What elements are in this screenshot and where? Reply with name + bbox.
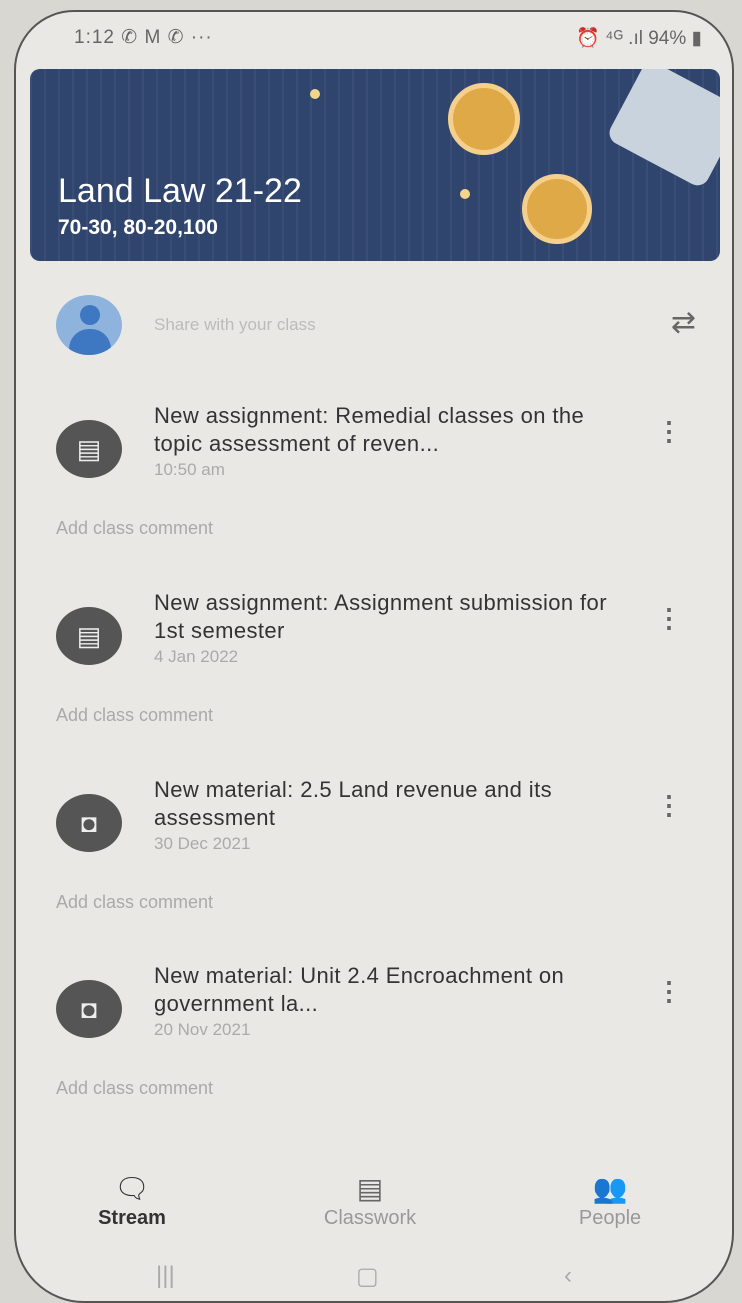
share-input[interactable]: Share with your class	[154, 315, 316, 335]
more-vert-icon[interactable]: ⋮	[656, 416, 682, 447]
phone-screen: 1:12 ✆ M ✆ ··· ⏰ ⁴ᴳ .ıl 94% ▮ Land Law 2…	[14, 10, 734, 1303]
add-class-comment[interactable]: Add class comment	[56, 892, 213, 913]
people-icon: 👥	[592, 1173, 628, 1204]
add-class-comment[interactable]: Add class comment	[56, 1078, 213, 1099]
more-vert-icon[interactable]: ⋮	[656, 603, 682, 634]
add-class-comment[interactable]: Add class comment	[56, 705, 213, 726]
coin-illustration	[448, 83, 520, 155]
nav-people[interactable]: 👥 People	[540, 1172, 680, 1230]
material-icon: ◘	[56, 794, 122, 852]
assignment-icon: ▤	[56, 420, 122, 478]
post-title: New assignment: Assignment submission fo…	[154, 590, 607, 643]
more-vert-icon[interactable]: ⋮	[656, 976, 682, 1007]
nav-classwork[interactable]: ▤ Classwork	[300, 1172, 440, 1230]
post-date: 4 Jan 2022	[154, 647, 239, 666]
stream-icon: 🗨	[114, 1173, 150, 1204]
assignment-icon: ▤	[56, 607, 122, 665]
status-right: ⏰ ⁴ᴳ .ıl 94% ▮	[576, 28, 702, 49]
status-bar: 1:12 ✆ M ✆ ··· ⏰ ⁴ᴳ .ıl 94% ▮	[16, 12, 732, 60]
post-date: 20 Nov 2021	[154, 1020, 251, 1039]
nav-stream-label: Stream	[98, 1207, 166, 1229]
bottom-nav: 🗨 Stream ▤ Classwork 👥 People	[16, 1172, 732, 1242]
post-title: New assignment: Remedial classes on the …	[154, 403, 585, 456]
classwork-icon: ▤	[356, 1173, 384, 1204]
banner-title: Land Law 21-22	[58, 172, 302, 210]
home-icon[interactable]: ▢	[356, 1262, 379, 1291]
swap-icon[interactable]: ⇄	[671, 305, 696, 340]
avatar[interactable]	[56, 295, 122, 355]
decor-dot	[460, 189, 470, 199]
add-class-comment[interactable]: Add class comment	[56, 518, 213, 539]
status-left: 1:12 ✆ M ✆ ···	[74, 27, 213, 48]
class-banner[interactable]: Land Law 21-22 70-30, 80-20,100	[30, 69, 720, 261]
banner-illustration	[605, 69, 720, 190]
back-icon[interactable]: ‹	[564, 1262, 572, 1290]
banner-subtitle: 70-30, 80-20,100	[58, 216, 218, 239]
decor-dot	[310, 89, 320, 99]
share-row[interactable]: Share with your class ⇄	[56, 295, 696, 355]
nav-stream[interactable]: 🗨 Stream	[62, 1172, 202, 1230]
post-date: 10:50 am	[154, 460, 225, 479]
system-nav-bar: ||| ▢ ‹	[16, 1262, 732, 1292]
more-vert-icon[interactable]: ⋮	[656, 790, 682, 821]
nav-people-label: People	[578, 1207, 642, 1229]
nav-classwork-label: Classwork	[323, 1207, 417, 1229]
recent-apps-icon[interactable]: |||	[156, 1262, 175, 1290]
post-title: New material: 2.5 Land revenue and its a…	[154, 777, 552, 830]
post-title: New material: Unit 2.4 Encroachment on g…	[154, 963, 565, 1016]
coin-illustration	[522, 174, 592, 244]
material-icon: ◘	[56, 980, 122, 1038]
post-date: 30 Dec 2021	[154, 834, 251, 853]
